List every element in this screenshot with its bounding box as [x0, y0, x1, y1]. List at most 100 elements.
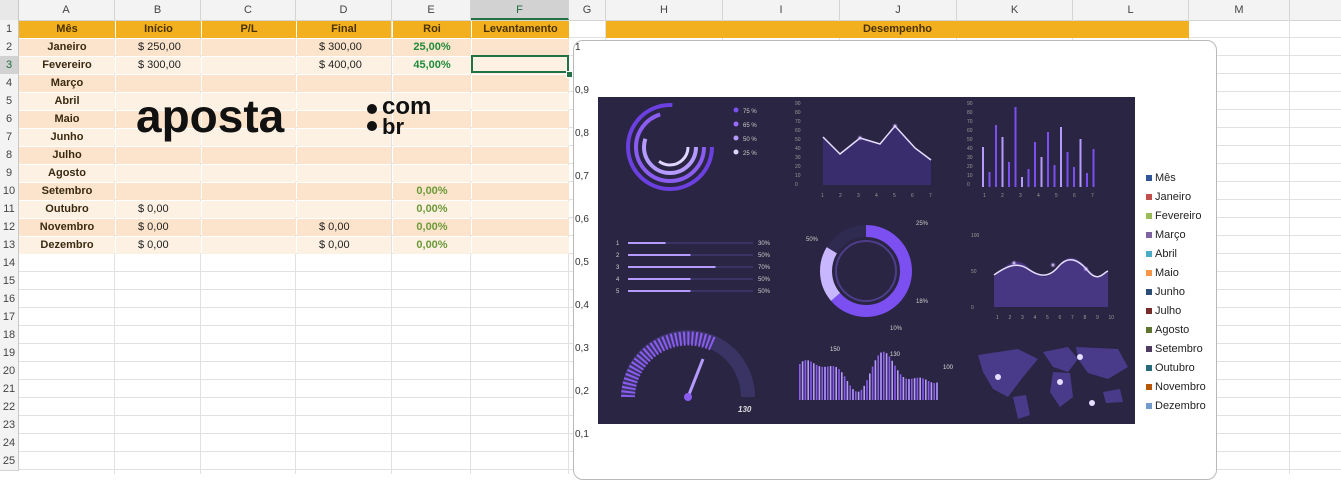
- pl-cell[interactable]: [202, 237, 296, 254]
- row-header-16[interactable]: 16: [0, 290, 19, 309]
- row-header-5[interactable]: 5: [0, 92, 19, 111]
- row-header-20[interactable]: 20: [0, 362, 19, 381]
- column-header-a[interactable]: A: [18, 0, 115, 20]
- active-cell-f3[interactable]: [471, 55, 569, 73]
- month-cell[interactable]: Agosto: [19, 165, 115, 182]
- inicio-cell[interactable]: $ 250,00: [116, 39, 201, 56]
- roi-cell[interactable]: 0,00%: [393, 219, 471, 236]
- roi-cell[interactable]: 25,00%: [393, 39, 471, 56]
- roi-cell[interactable]: 0,00%: [393, 201, 471, 218]
- month-cell[interactable]: Julho: [19, 147, 115, 164]
- row-header-4[interactable]: 4: [0, 74, 19, 93]
- row-header-11[interactable]: 11: [0, 200, 19, 219]
- roi-cell[interactable]: 45,00%: [393, 57, 471, 74]
- row-header-25[interactable]: 25: [0, 452, 19, 471]
- pl-cell[interactable]: [202, 201, 296, 218]
- header-5[interactable]: Roi: [393, 21, 471, 38]
- month-cell[interactable]: Dezembro: [19, 237, 115, 254]
- column-header-k[interactable]: K: [957, 0, 1073, 20]
- roi-cell[interactable]: [393, 165, 471, 182]
- month-cell[interactable]: Junho: [19, 129, 115, 146]
- row-header-2[interactable]: 2: [0, 38, 19, 57]
- month-cell[interactable]: Abril: [19, 93, 115, 110]
- inicio-cell[interactable]: $ 0,00: [116, 201, 201, 218]
- month-cell[interactable]: Janeiro: [19, 39, 115, 56]
- levantamento-cell[interactable]: [472, 147, 569, 164]
- row-header-19[interactable]: 19: [0, 344, 19, 363]
- pl-cell[interactable]: [202, 57, 296, 74]
- levantamento-cell[interactable]: [472, 219, 569, 236]
- levantamento-cell[interactable]: [472, 165, 569, 182]
- row-header-15[interactable]: 15: [0, 272, 19, 291]
- row-header-17[interactable]: 17: [0, 308, 19, 327]
- inicio-cell[interactable]: [116, 183, 201, 200]
- inicio-cell[interactable]: [116, 165, 201, 182]
- header-3[interactable]: P/L: [202, 21, 296, 38]
- month-cell[interactable]: Outubro: [19, 201, 115, 218]
- inicio-cell[interactable]: $ 300,00: [116, 57, 201, 74]
- row-header-21[interactable]: 21: [0, 380, 19, 399]
- final-cell[interactable]: $ 400,00: [297, 57, 391, 74]
- levantamento-cell[interactable]: [472, 129, 569, 146]
- row-header-14[interactable]: 14: [0, 254, 19, 273]
- levantamento-cell[interactable]: [472, 75, 569, 92]
- row-header-22[interactable]: 22: [0, 398, 19, 417]
- row-header-8[interactable]: 8: [0, 146, 19, 165]
- column-header-g[interactable]: G: [569, 0, 606, 20]
- inicio-cell[interactable]: [116, 75, 201, 92]
- roi-cell[interactable]: 0,00%: [393, 183, 471, 200]
- month-cell[interactable]: Março: [19, 75, 115, 92]
- roi-cell[interactable]: 0,00%: [393, 237, 471, 254]
- column-header-i[interactable]: I: [723, 0, 840, 20]
- row-header-23[interactable]: 23: [0, 416, 19, 435]
- column-header-c[interactable]: C: [201, 0, 296, 20]
- row-header-10[interactable]: 10: [0, 182, 19, 201]
- month-cell[interactable]: Setembro: [19, 183, 115, 200]
- row-header-18[interactable]: 18: [0, 326, 19, 345]
- column-header-j[interactable]: J: [840, 0, 957, 20]
- levantamento-cell[interactable]: [472, 183, 569, 200]
- row-header-24[interactable]: 24: [0, 434, 19, 453]
- levantamento-cell[interactable]: [472, 201, 569, 218]
- column-header-f[interactable]: F: [471, 0, 569, 20]
- row-header-1[interactable]: 1: [0, 20, 19, 39]
- column-header-l[interactable]: L: [1073, 0, 1189, 20]
- dashboard-picture[interactable]: 75 % 65 % 50 % 25 % 90 80 70 60 50 40 30 20 10 0 1 2 3 4…: [598, 97, 1135, 424]
- pl-cell[interactable]: [202, 183, 296, 200]
- header-2[interactable]: Início: [116, 21, 201, 38]
- column-header-m[interactable]: M: [1189, 0, 1290, 20]
- final-cell[interactable]: [297, 75, 391, 92]
- levantamento-cell[interactable]: [472, 111, 569, 128]
- column-header-h[interactable]: H: [606, 0, 723, 20]
- final-cell[interactable]: [297, 183, 391, 200]
- month-cell[interactable]: Novembro: [19, 219, 115, 236]
- pl-cell[interactable]: [202, 165, 296, 182]
- levantamento-cell[interactable]: [472, 237, 569, 254]
- final-cell[interactable]: [297, 201, 391, 218]
- row-header-12[interactable]: 12: [0, 218, 19, 237]
- pl-cell[interactable]: [202, 39, 296, 56]
- row-header-7[interactable]: 7: [0, 128, 19, 147]
- inicio-cell[interactable]: $ 0,00: [116, 237, 201, 254]
- row-header-3[interactable]: 3: [0, 56, 19, 75]
- final-cell[interactable]: $ 300,00: [297, 39, 391, 56]
- header-4[interactable]: Final: [297, 21, 391, 38]
- month-cell[interactable]: Fevereiro: [19, 57, 115, 74]
- final-cell[interactable]: $ 0,00: [297, 219, 391, 236]
- levantamento-cell[interactable]: [472, 93, 569, 110]
- pl-cell[interactable]: [202, 219, 296, 236]
- column-header-e[interactable]: E: [392, 0, 471, 20]
- column-header-b[interactable]: B: [115, 0, 201, 20]
- row-header-13[interactable]: 13: [0, 236, 19, 255]
- levantamento-cell[interactable]: [472, 39, 569, 56]
- final-cell[interactable]: [297, 165, 391, 182]
- pl-cell[interactable]: [202, 75, 296, 92]
- select-all-corner[interactable]: [0, 0, 19, 20]
- column-header-d[interactable]: D: [296, 0, 392, 20]
- roi-cell[interactable]: [393, 75, 471, 92]
- fill-handle[interactable]: [566, 71, 573, 78]
- row-header-9[interactable]: 9: [0, 164, 19, 183]
- inicio-cell[interactable]: $ 0,00: [116, 219, 201, 236]
- final-cell[interactable]: $ 0,00: [297, 237, 391, 254]
- header-6[interactable]: Levantamento: [472, 21, 569, 38]
